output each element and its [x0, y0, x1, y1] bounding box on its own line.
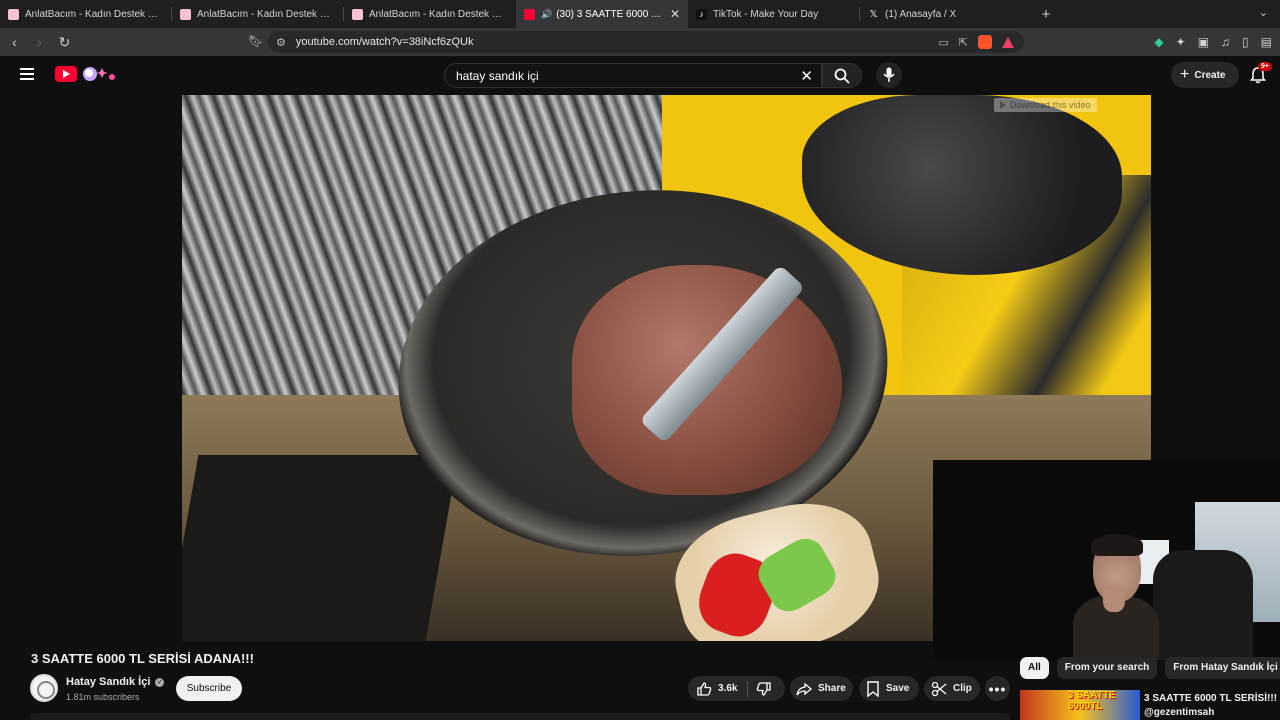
brave-rewards-icon[interactable] [1002, 36, 1014, 48]
anlatbacim-favicon-icon [8, 8, 19, 20]
like-dislike-group: 3.6k [688, 676, 785, 701]
browser-tab[interactable]: AnlatBacım - Kadın Destek Platformu [0, 0, 172, 28]
doodle-sparkles-icon[interactable] [80, 65, 118, 83]
browser-tab[interactable]: 𝕏 (1) Anasayfa / X [860, 0, 1032, 28]
recommended-thumbnail[interactable]: 3 SAATTE 6000TL [1020, 690, 1140, 720]
subscriber-count: 1.81m subscribers [66, 692, 140, 702]
close-tab-icon[interactable]: ✕ [670, 7, 680, 21]
webcam-streamer [1073, 534, 1159, 660]
notification-count-badge: 9+ [1258, 62, 1272, 71]
video-title: 3 SAATTE 6000 TL SERİSİ ADANA!!! [31, 651, 254, 666]
save-button[interactable]: Save [859, 676, 919, 701]
comments-section-edge [30, 713, 1010, 720]
anlatbacim-favicon-icon [352, 8, 363, 20]
share-arrow-icon [796, 682, 812, 695]
thumbs-down-icon[interactable] [756, 681, 772, 697]
bookmark-icon[interactable]: 🔖︎ [248, 34, 263, 48]
site-info-icon[interactable]: ⚙ [276, 36, 286, 49]
video-frame-burner [182, 455, 459, 641]
search-input[interactable]: hatay sandık içi ✕ [444, 63, 822, 88]
tab-title: AnlatBacım - Kadın Destek Platformu [369, 8, 508, 20]
browser-tab-strip: AnlatBacım - Kadın Destek Platformu Anla… [0, 0, 1280, 28]
webcam-gaming-chair [1153, 550, 1253, 660]
new-tab-button[interactable]: + [1032, 6, 1060, 23]
search-button[interactable] [822, 63, 862, 88]
create-button[interactable]: + Create [1171, 62, 1239, 88]
clear-search-icon[interactable]: ✕ [800, 67, 813, 85]
microphone-icon [883, 67, 895, 82]
chip-all[interactable]: All [1020, 657, 1049, 679]
browser-tab[interactable]: ♪ TikTok - Make Your Day [688, 0, 860, 28]
chip-from-your-search[interactable]: From your search [1056, 657, 1158, 679]
anlatbacim-favicon-icon [180, 8, 191, 20]
browser-tab-active[interactable]: 🔊 (30) 3 SAATTE 6000 TL SERİSİ ✕ [516, 0, 688, 28]
wallet-square-icon[interactable]: ▤ [1261, 35, 1272, 49]
youtube-masthead: hatay sandık içi ✕ + Create 9+ [0, 56, 1280, 94]
extensions-puzzle-icon[interactable]: ✦ [1176, 35, 1186, 49]
clip-label: Clip [953, 683, 972, 694]
scissors-icon [931, 681, 947, 696]
browser-toolbar: ‹ › ↻ 🔖︎ ⚙ youtube.com/watch?v=38iNcf6zQ… [0, 28, 1280, 56]
webcam-overlay [933, 460, 1280, 660]
recommended-video-item[interactable]: 3 SAATTE 6000TL 3 SAATTE 6000 TL SERİSİ!… [1020, 690, 1280, 720]
download-chip-label: Download this video [1010, 100, 1091, 110]
extensions-area: ◆ ✦ ▣ ♫ ▯ ▤ [1154, 35, 1272, 49]
share-button[interactable]: Share [790, 676, 853, 701]
speaker-icon: 🔊 [541, 8, 553, 19]
voice-search-button[interactable] [876, 62, 902, 88]
share-page-icon[interactable]: ⇱ [959, 36, 968, 49]
clip-button[interactable]: Clip [924, 676, 980, 701]
channel-name-link[interactable]: Hatay Sandık İçi ✓ [66, 676, 165, 688]
like-divider [747, 680, 749, 697]
back-button[interactable]: ‹ [4, 28, 25, 56]
tab-search-chevron-icon[interactable]: ⌄ [1259, 6, 1268, 19]
address-bar[interactable]: ⚙ youtube.com/watch?v=38iNcf6zQUk ▭ ⇱ [268, 31, 1024, 53]
save-bookmark-icon [867, 680, 879, 697]
plus-icon: + [1180, 66, 1190, 83]
more-actions-button[interactable]: ••• [985, 676, 1010, 701]
search-query-text[interactable]: hatay sandık içi [456, 69, 539, 83]
browser-tab[interactable]: AnlatBacım - Kadın Destek Platformu [344, 0, 516, 28]
tab-title: (1) Anasayfa / X [885, 8, 957, 20]
related-filter-chips: All From your search From Hatay Sandık İ… [1020, 657, 1280, 679]
tiktok-favicon-icon: ♪ [696, 8, 707, 20]
channel-name[interactable]: Hatay Sandık İçi [66, 676, 150, 688]
subscribe-button[interactable]: Subscribe [176, 676, 242, 701]
recommended-channel-handle[interactable]: @gezentimsah [1144, 707, 1214, 718]
share-label: Share [818, 683, 846, 694]
youtube-favicon-icon [524, 8, 535, 20]
wallet-icon[interactable]: ▣ [1198, 35, 1209, 49]
browser-tab[interactable]: AnlatBacım - Kadın Destek Platformu [172, 0, 344, 28]
recommended-thumbnail-text: 3 SAATTE 6000TL [1068, 690, 1116, 712]
tab-title: TikTok - Make Your Day [713, 8, 819, 20]
sidebar-icon[interactable]: ▯ [1242, 35, 1249, 49]
url-text[interactable]: youtube.com/watch?v=38iNcf6zQUk [296, 36, 474, 48]
tab-title: (30) 3 SAATTE 6000 TL SERİSİ [556, 8, 664, 20]
verified-check-icon: ✓ [155, 677, 165, 687]
extension-leaf-icon[interactable]: ◆ [1154, 35, 1163, 49]
save-label: Save [886, 683, 910, 694]
create-label: Create [1194, 69, 1226, 81]
forward-button[interactable]: › [29, 28, 50, 56]
media-icon[interactable]: ♫ [1221, 35, 1230, 49]
tab-title: AnlatBacım - Kadın Destek Platformu [197, 8, 336, 20]
brave-shields-icon[interactable] [978, 35, 992, 49]
menu-hamburger-icon[interactable] [20, 68, 34, 80]
cast-icon[interactable]: ▭ [938, 36, 948, 49]
download-video-chip[interactable]: Download this video [994, 98, 1097, 112]
youtube-logo-icon[interactable] [55, 66, 77, 82]
like-count[interactable]: 3.6k [718, 683, 737, 694]
thumbs-up-icon[interactable] [696, 681, 712, 697]
x-favicon-icon: 𝕏 [869, 8, 878, 20]
download-play-icon [1000, 101, 1006, 109]
search-icon [834, 68, 850, 84]
recommended-title[interactable]: 3 SAATTE 6000 TL SERİSİ!!! [1144, 693, 1277, 704]
chip-from-channel[interactable]: From Hatay Sandık İçi [1165, 657, 1280, 679]
channel-avatar[interactable] [30, 674, 58, 702]
reload-button[interactable]: ↻ [54, 28, 75, 56]
tab-title: AnlatBacım - Kadın Destek Platformu [25, 8, 164, 20]
